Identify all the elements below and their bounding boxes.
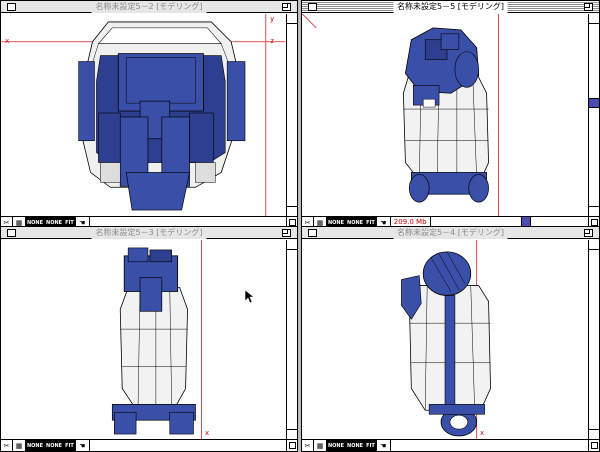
scroll-down-arrow[interactable]	[287, 429, 297, 439]
viewport-canvas[interactable]	[302, 14, 588, 216]
window-title: 名称未設定5－3 [モデリング]	[91, 227, 207, 239]
scissors-icon[interactable]: ✂	[302, 440, 314, 451]
model-side-view	[111, 240, 202, 439]
scroll-up-arrow[interactable]	[589, 240, 599, 250]
scroll-down-arrow[interactable]	[589, 429, 599, 439]
window-titlebar[interactable]: 名称未設定5－3 [モデリング]	[1, 227, 297, 239]
grid-icon[interactable]: ▦	[314, 440, 327, 451]
viewport-canvas[interactable]: x y z	[1, 14, 286, 216]
fit-button[interactable]: FIT	[64, 440, 76, 451]
viewport-canvas[interactable]: x	[302, 240, 588, 439]
axis-marker-y: y	[270, 15, 275, 23]
scroll-up-arrow[interactable]	[287, 14, 297, 24]
scroll-up-arrow[interactable]	[287, 240, 297, 250]
window-title: 名称未設定5－5 [モデリング]	[393, 1, 508, 13]
scroll-down-arrow[interactable]	[589, 206, 599, 216]
grow-box[interactable]	[588, 440, 599, 451]
vertical-scrollbar[interactable]	[588, 14, 599, 216]
zoom-box[interactable]	[282, 3, 291, 11]
close-box[interactable]	[308, 3, 317, 11]
axis-marker-x: x	[205, 429, 210, 437]
zoom-box[interactable]	[282, 229, 291, 237]
scissors-icon[interactable]: ✂	[1, 440, 13, 451]
horizontal-scrollbar[interactable]	[89, 440, 286, 451]
viewport-window-top-left[interactable]: 名称未設定5－2 [モデリング] x y z ✂ ▦ NONE NONE FIT…	[0, 0, 298, 229]
window-titlebar[interactable]: 名称未設定5－2 [モデリング]	[1, 1, 297, 13]
close-box[interactable]	[308, 229, 317, 237]
mode-a-button[interactable]: NONE	[26, 440, 46, 451]
horizontal-scrollbar[interactable]	[390, 440, 588, 451]
vertical-scrollbar[interactable]	[588, 240, 599, 439]
vertical-scrollbar[interactable]	[286, 14, 297, 216]
mode-b-button[interactable]: NONE	[45, 440, 65, 451]
scroll-thumb[interactable]	[589, 98, 599, 108]
window-title: 名称未設定5－2 [モデリング]	[91, 1, 207, 13]
close-box[interactable]	[7, 229, 16, 237]
window-toolbar: ✂ ▦ NONE NONE FIT ☚	[302, 439, 599, 451]
mode-b-button[interactable]: NONE	[346, 440, 366, 451]
window-toolbar: ✂ ▦ NONE NONE FIT ☚	[1, 439, 297, 451]
grid-icon[interactable]: ▦	[13, 440, 26, 451]
model-front-view	[1, 14, 286, 216]
window-titlebar[interactable]: 名称未設定5－5 [モデリング]	[302, 1, 599, 13]
mode-a-button[interactable]: NONE	[327, 440, 347, 451]
axis-marker-x: x	[5, 37, 10, 45]
model-perspective-view	[302, 14, 499, 216]
viewport-window-bottom-right[interactable]: 名称未設定5－4 [モデリング] x ✂ ▦ NONE NONE FIT ☚	[301, 226, 600, 452]
viewport-window-top-right[interactable]: 名称未設定5－5 [モデリング] ✂ ▦ NONE NONE FIT ☚ 209…	[301, 0, 600, 229]
close-box[interactable]	[7, 3, 16, 11]
window-title: 名称未設定5－4 [モデリング]	[393, 227, 508, 239]
model-back-view	[401, 240, 491, 439]
scroll-up-arrow[interactable]	[589, 14, 599, 24]
viewport-canvas[interactable]: x	[1, 240, 286, 439]
scroll-down-arrow[interactable]	[287, 206, 297, 216]
zoom-box[interactable]	[584, 3, 593, 11]
axis-marker-x: x	[480, 429, 485, 437]
hand-icon[interactable]: ☚	[377, 440, 391, 451]
window-titlebar[interactable]: 名称未設定5－4 [モデリング]	[302, 227, 599, 239]
viewport-window-bottom-left[interactable]: 名称未設定5－3 [モデリング] x ✂ ▦ NONE NONE FIT ☚	[0, 226, 298, 452]
axis-marker-z: z	[270, 37, 275, 45]
fit-button[interactable]: FIT	[365, 440, 377, 451]
grow-box[interactable]	[286, 440, 297, 451]
mouse-pointer-icon	[245, 290, 255, 304]
vertical-scrollbar[interactable]	[286, 240, 297, 439]
zoom-box[interactable]	[584, 229, 593, 237]
hand-icon[interactable]: ☚	[76, 440, 90, 451]
